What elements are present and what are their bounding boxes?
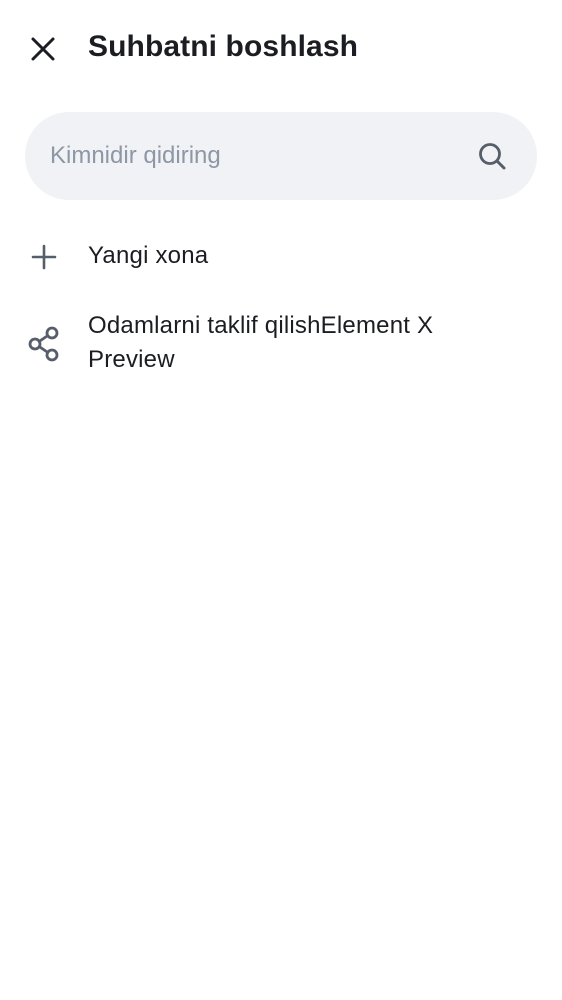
- search-bar[interactable]: [25, 112, 537, 200]
- invite-people-label: Odamlarni taklif qilishElement X Preview: [88, 312, 434, 373]
- search-icon[interactable]: [474, 138, 510, 174]
- new-room-item[interactable]: Yangi xona: [0, 228, 562, 286]
- top-app-bar: Suhbatni boshlash: [0, 0, 562, 100]
- plus-icon: [24, 237, 64, 277]
- page-title: Suhbatni boshlash: [88, 30, 359, 63]
- search-input[interactable]: [50, 112, 470, 200]
- close-icon: [31, 37, 55, 61]
- close-button[interactable]: [20, 26, 66, 72]
- share-icon: [24, 324, 64, 364]
- invite-people-item[interactable]: Odamlarni taklif qilishElement X Preview: [0, 300, 562, 390]
- new-room-label: Yangi xona: [88, 242, 209, 269]
